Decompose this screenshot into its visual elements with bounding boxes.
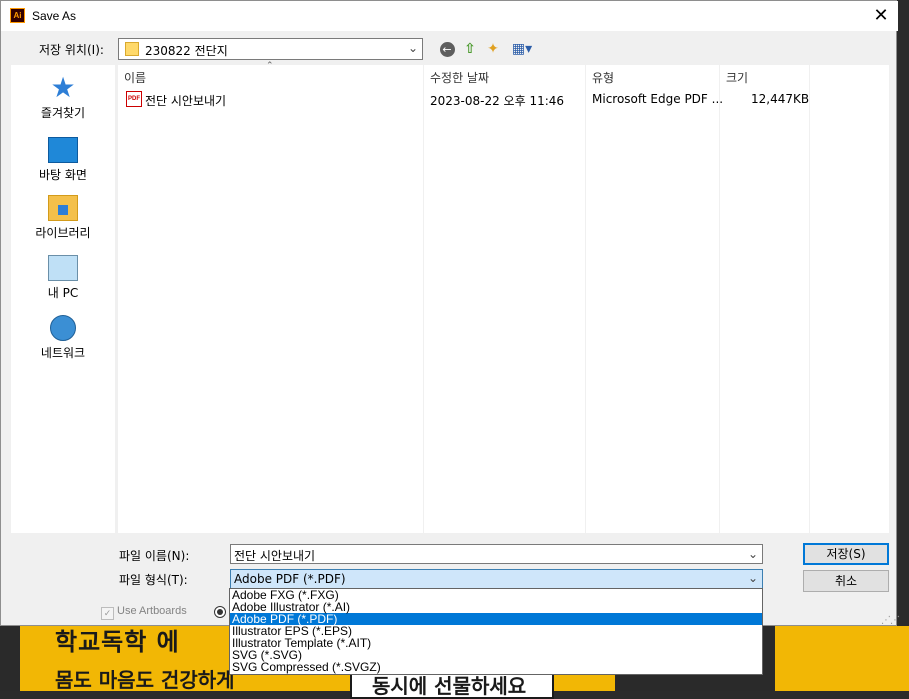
view-grid-icon: ▦▾ [511, 41, 533, 57]
save-location-label: 저장 위치(I): [39, 43, 104, 57]
folder-icon [125, 42, 139, 56]
column-header-name[interactable]: 이름 [124, 69, 146, 86]
use-artboards-option[interactable]: ✓ Use Artboards [101, 605, 187, 620]
back-button[interactable]: ← [437, 39, 457, 59]
save-as-dialog: Ai Save As ✕ 저장 위치(I): 230822 전단지 ⌄ ← ⇧ … [0, 0, 900, 626]
illustrator-app-icon: Ai [10, 8, 25, 23]
close-button[interactable]: ✕ [869, 4, 893, 28]
use-artboards-checkbox[interactable]: ✓ [101, 607, 114, 620]
chevron-down-icon[interactable]: ⌄ [748, 571, 758, 585]
view-menu-button[interactable]: ▦▾ [508, 39, 536, 59]
sidebar-item-label: 라이브러리 [35, 226, 91, 240]
chevron-down-icon[interactable]: ⌄ [408, 41, 418, 55]
new-folder-button[interactable]: ✦ [483, 39, 503, 59]
file-type-cell: Microsoft Edge PDF ... [592, 92, 724, 106]
background-poster-right [775, 626, 909, 691]
column-divider[interactable] [585, 65, 586, 533]
sort-ascending-icon: ⌃ [266, 61, 274, 71]
library-icon [48, 195, 78, 221]
file-list[interactable]: ⌃ 이름 수정한 날짜 유형 크기 PDF 전단 시안보내기 2023-08-2… [118, 61, 889, 533]
file-name-input[interactable]: 전단 시안보내기 ⌄ [230, 544, 763, 564]
file-type-option[interactable]: Illustrator Template (*.AIT) [230, 637, 762, 649]
network-icon [50, 315, 76, 341]
save-location-value: 230822 전단지 [145, 44, 228, 58]
computer-icon [48, 255, 78, 281]
file-size-cell: 12,447KB [751, 92, 810, 106]
save-button[interactable]: 저장(S) [803, 543, 889, 565]
sidebar-item-label: 바탕 화면 [39, 168, 87, 182]
sidebar-item-this-pc[interactable]: 내 PC [11, 255, 115, 301]
save-location-combo[interactable]: 230822 전단지 ⌄ [118, 38, 423, 60]
file-type-label: 파일 형식(T): [119, 573, 188, 587]
sidebar-item-favorites[interactable]: ★ 즐겨찾기 [11, 71, 115, 121]
column-divider[interactable] [423, 65, 424, 533]
sidebar-item-desktop[interactable]: 바탕 화면 [11, 137, 115, 183]
resize-grip[interactable]: ⋰⋰ [881, 615, 900, 626]
star-icon: ★ [50, 71, 76, 104]
file-date-cell: 2023-08-22 오후 11:46 [430, 94, 565, 108]
column-divider[interactable] [719, 65, 720, 533]
sidebar-item-network[interactable]: 네트워크 [11, 315, 115, 361]
up-folder-button[interactable]: ⇧ [460, 39, 480, 59]
close-icon: ✕ [873, 5, 889, 26]
sidebar-item-label: 즐겨찾기 [40, 106, 86, 120]
sidebar-item-label: 내 PC [47, 286, 79, 300]
up-folder-icon: ⇧ [464, 41, 476, 57]
poster-headline: 학교독학 에 [55, 628, 180, 656]
file-type-dropdown-list[interactable]: Adobe FXG (*.FXG) Adobe Illustrator (*.A… [229, 588, 763, 675]
file-type-option[interactable]: SVG Compressed (*.SVGZ) [230, 661, 762, 673]
use-artboards-label: Use Artboards [117, 605, 187, 617]
places-sidebar: ★ 즐겨찾기 바탕 화면 라이브러리 내 PC 네트워크 [11, 65, 115, 533]
poster-subline: 몸도 마음도 건강하게 [55, 668, 235, 692]
file-name-label: 파일 이름(N): [119, 549, 190, 563]
sidebar-item-label: 네트워크 [40, 346, 86, 360]
file-type-value: Adobe PDF (*.PDF) [234, 572, 346, 586]
column-header-size[interactable]: 크기 [726, 69, 748, 86]
title-bar[interactable]: Ai Save As ✕ [1, 1, 898, 31]
window-title: Save As [32, 9, 77, 23]
column-divider[interactable] [809, 65, 810, 533]
file-name-value: 전단 시안보내기 [234, 549, 316, 563]
new-folder-icon: ✦ [487, 41, 499, 57]
artboard-range-radio[interactable] [214, 606, 226, 618]
sidebar-item-library[interactable]: 라이브러리 [11, 195, 115, 241]
cancel-button[interactable]: 취소 [803, 570, 889, 592]
column-header-date[interactable]: 수정한 날짜 [430, 69, 489, 86]
pdf-file-icon: PDF [126, 91, 142, 107]
chevron-down-icon[interactable]: ⌄ [748, 547, 758, 561]
file-name-cell[interactable]: 전단 시안보내기 [145, 92, 226, 109]
back-arrow-icon: ← [439, 42, 455, 57]
file-type-select[interactable]: Adobe PDF (*.PDF) ⌄ [230, 569, 763, 589]
column-header-type[interactable]: 유형 [592, 69, 614, 86]
desktop-icon [48, 137, 78, 163]
